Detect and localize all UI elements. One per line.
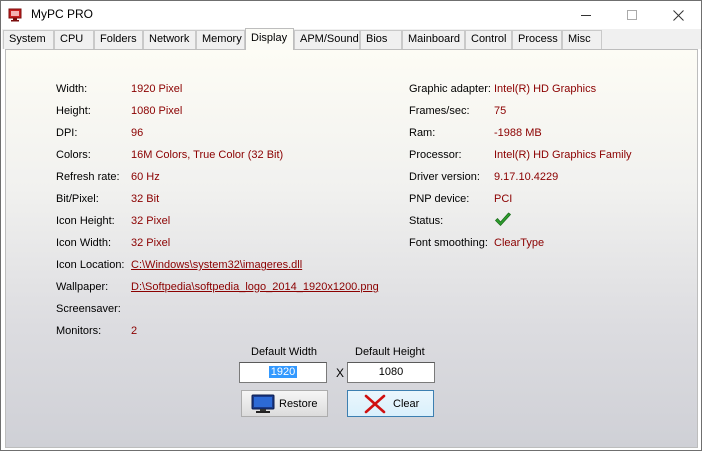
- checkmark-icon: [495, 212, 511, 226]
- colors-value: 16M Colors, True Color (32 Bit): [131, 149, 284, 161]
- processor-value: Intel(R) HD Graphics Family: [494, 149, 632, 161]
- default-height-input[interactable]: 1080: [347, 362, 435, 383]
- height-label: Height:: [56, 105, 91, 117]
- close-icon: [672, 9, 684, 21]
- width-label: Width:: [56, 83, 88, 95]
- colors-label: Colors:: [56, 149, 91, 161]
- tab-memory[interactable]: Memory: [196, 30, 245, 49]
- driver-version-value: 9.17.10.4229: [494, 171, 559, 183]
- window-title: MyPC PRO: [31, 7, 94, 21]
- ram-value: -1988 MB: [494, 127, 542, 139]
- tab-folders[interactable]: Folders: [94, 30, 143, 49]
- pnp-device-value: PCI: [494, 193, 513, 205]
- graphic-adapter-value: Intel(R) HD Graphics: [494, 83, 597, 95]
- clear-button[interactable]: Clear: [347, 390, 434, 417]
- tab-bios[interactable]: Bios: [360, 30, 402, 49]
- tab-cpu[interactable]: CPU: [54, 30, 94, 49]
- tab-bar: System CPU Folders Network Memory Displa…: [2, 28, 701, 50]
- maximize-icon: [627, 10, 637, 20]
- title-bar: MyPC PRO: [1, 1, 701, 29]
- minimize-icon: [581, 14, 591, 16]
- icon-location-label: Icon Location:: [56, 259, 125, 271]
- graphic-adapter-label: Graphic adapter:: [409, 83, 491, 95]
- processor-label: Processor:: [409, 149, 462, 161]
- tab-control[interactable]: Control: [465, 30, 512, 49]
- tab-mainboard[interactable]: Mainboard: [402, 30, 465, 49]
- icon-width-label: Icon Width:: [56, 237, 112, 249]
- wallpaper-label: Wallpaper:: [56, 281, 109, 293]
- default-width-input[interactable]: 1920: [239, 362, 327, 383]
- wallpaper-link[interactable]: D:\Softpedia\softpedia_logo_2014_1920x12…: [131, 281, 379, 295]
- clear-button-label: Clear: [393, 398, 420, 410]
- dpi-value: 96: [131, 127, 144, 139]
- icon-location-link[interactable]: C:\Windows\system32\imageres.dll: [131, 259, 302, 273]
- default-height-caption: Default Height: [355, 346, 425, 358]
- dpi-label: DPI:: [56, 127, 78, 139]
- tab-process[interactable]: Process: [512, 30, 562, 49]
- restore-button-label: Restore: [279, 398, 318, 410]
- ram-label: Ram:: [409, 127, 436, 139]
- refresh-rate-label: Refresh rate:: [56, 171, 120, 183]
- icon-width-value: 32 Pixel: [131, 237, 171, 249]
- bit-pixel-label: Bit/Pixel:: [56, 193, 99, 205]
- clear-x-icon: [364, 394, 386, 414]
- frames-per-sec-value: 75: [494, 105, 507, 117]
- monitor-icon: [251, 394, 275, 413]
- status-label: Status:: [409, 215, 444, 227]
- tab-display[interactable]: Display: [245, 28, 294, 50]
- app-window: MyPC PRO System CPU Folders Network Memo…: [0, 0, 702, 451]
- display-panel: Width: 1920 Pixel Height: 1080 Pixel DPI…: [5, 49, 698, 448]
- width-value: 1920 Pixel: [131, 83, 183, 95]
- bit-pixel-value: 32 Bit: [131, 193, 160, 205]
- icon-height-value: 32 Pixel: [131, 215, 171, 227]
- minimize-button[interactable]: [563, 1, 609, 29]
- default-width-caption: Default Width: [251, 346, 318, 358]
- refresh-rate-value: 60 Hz: [131, 171, 160, 183]
- icon-height-label: Icon Height:: [56, 215, 115, 227]
- pnp-device-label: PNP device:: [409, 193, 470, 205]
- height-value: 1080 Pixel: [131, 105, 183, 117]
- monitors-label: Monitors:: [56, 325, 102, 337]
- tab-network[interactable]: Network: [143, 30, 196, 49]
- tab-system[interactable]: System: [3, 30, 54, 49]
- tab-misc[interactable]: Misc: [562, 30, 602, 49]
- monitors-value: 2: [131, 325, 138, 337]
- app-icon: [8, 8, 22, 22]
- font-smoothing-label: Font smoothing:: [409, 237, 488, 249]
- screensaver-label: Screensaver:: [56, 303, 121, 315]
- font-smoothing-value: ClearType: [494, 237, 545, 249]
- frames-per-sec-label: Frames/sec:: [409, 105, 470, 117]
- resolution-separator: X: [336, 366, 345, 380]
- tab-apm-sound[interactable]: APM/Sound: [294, 30, 360, 49]
- close-button[interactable]: [655, 1, 701, 29]
- restore-button[interactable]: Restore: [241, 390, 328, 417]
- default-width-selected-text: 1920: [268, 366, 298, 378]
- maximize-button[interactable]: [609, 1, 655, 29]
- driver-version-label: Driver version:: [409, 171, 480, 183]
